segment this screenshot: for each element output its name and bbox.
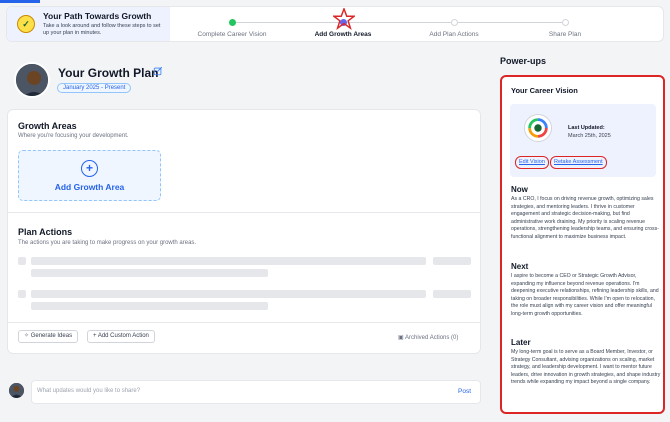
- skeleton-line: [31, 302, 268, 310]
- star-marker-icon: [333, 8, 355, 30]
- plan-actions-subtitle: The actions you are taking to make progr…: [18, 240, 197, 246]
- plus-circle-icon: +: [81, 160, 98, 177]
- plan-card: Growth Areas Where you're focusing your …: [7, 109, 481, 354]
- vision-next-title: Next: [511, 262, 529, 271]
- avatar: [9, 383, 24, 398]
- section-divider: [8, 212, 480, 213]
- step-label: Complete Career Vision: [197, 31, 267, 38]
- career-vision-summary: Last Updated: March 25th, 2025 Edit Visi…: [510, 104, 656, 177]
- step-done-icon: [228, 19, 236, 26]
- skeleton-line: [31, 269, 268, 277]
- update-composer: What updates would you like to share? Po…: [7, 380, 481, 404]
- skeleton-line: [31, 257, 426, 265]
- skeleton-line: [433, 290, 471, 298]
- step-share-plan[interactable]: Share Plan: [510, 7, 620, 38]
- add-custom-action-button[interactable]: + Add Custom Action: [87, 330, 155, 343]
- skeleton-checkbox: [18, 290, 26, 298]
- skeleton-line: [31, 290, 426, 298]
- plan-actions-title: Plan Actions: [18, 227, 73, 237]
- archive-box-icon: ▣: [398, 335, 406, 341]
- retake-assessment-link[interactable]: Retake Assessment: [550, 156, 607, 169]
- generate-ideas-button[interactable]: ✧ Generate Ideas: [18, 330, 79, 343]
- last-updated-date: March 25th, 2025: [568, 133, 611, 139]
- section-divider: [8, 322, 480, 323]
- vision-wheel-icon: [524, 114, 552, 142]
- add-custom-action-label: + Add Custom Action: [93, 333, 149, 339]
- intro-title: Your Path Towards Growth: [43, 11, 152, 21]
- avatar: [14, 62, 50, 98]
- growth-areas-subtitle: Where you're focusing your development.: [18, 133, 129, 139]
- page-title: Your Growth Plan: [58, 66, 159, 80]
- step-label: Add Plan Actions: [429, 31, 479, 38]
- edit-vision-link[interactable]: Edit Vision: [515, 156, 549, 169]
- top-accent-bar: [0, 0, 40, 3]
- skeleton-checkbox: [18, 257, 26, 265]
- post-button[interactable]: Post: [458, 388, 471, 395]
- edit-pencil-icon[interactable]: [153, 66, 163, 76]
- step-label: Add Growth Areas: [314, 31, 372, 38]
- step-label: Share Plan: [548, 31, 582, 38]
- step-plan-actions[interactable]: Add Plan Actions: [399, 7, 509, 38]
- intro-panel: ✓ Your Path Towards Growth Take a look a…: [7, 7, 170, 41]
- date-range-badge: January 2025 - Present: [57, 83, 132, 93]
- career-vision-title: Your Career Vision: [511, 86, 578, 95]
- onboarding-progress: ✓ Your Path Towards Growth Take a look a…: [6, 6, 664, 42]
- archived-actions-label: Archived Actions (0): [405, 335, 459, 341]
- intro-subtitle: Take a look around and follow these step…: [43, 23, 161, 36]
- skeleton-line: [433, 257, 471, 265]
- archived-actions-link[interactable]: ▣ Archived Actions (0): [398, 334, 458, 341]
- step-career-vision[interactable]: Complete Career Vision: [177, 7, 287, 38]
- vision-now-title: Now: [511, 185, 528, 194]
- vision-next-text: I aspire to become a CEO or Strategic Gr…: [511, 273, 659, 317]
- growth-badge-icon: ✓: [17, 15, 35, 33]
- vision-later-title: Later: [511, 338, 531, 347]
- step-pending-icon: [450, 19, 458, 26]
- vision-now-text: As a CRO, I focus on driving revenue gro…: [511, 196, 659, 240]
- add-growth-area-label: Add Growth Area: [54, 182, 125, 192]
- vision-later-text: My long-term goal is to serve as a Board…: [511, 349, 661, 386]
- sparkle-icon: ✧: [24, 333, 31, 339]
- last-updated-label: Last Updated:: [568, 125, 605, 131]
- powerups-title: Power-ups: [500, 56, 547, 66]
- generate-ideas-label: Generate Ideas: [30, 333, 73, 339]
- growth-areas-title: Growth Areas: [18, 121, 77, 131]
- career-vision-panel: Your Career Vision Last Updated: March 2…: [500, 75, 665, 414]
- add-growth-area-button[interactable]: + Add Growth Area: [18, 150, 161, 201]
- update-input[interactable]: What updates would you like to share?: [31, 380, 481, 404]
- step-pending-icon: [561, 19, 569, 26]
- stepper: Complete Career Vision Add Growth Areas …: [170, 7, 663, 41]
